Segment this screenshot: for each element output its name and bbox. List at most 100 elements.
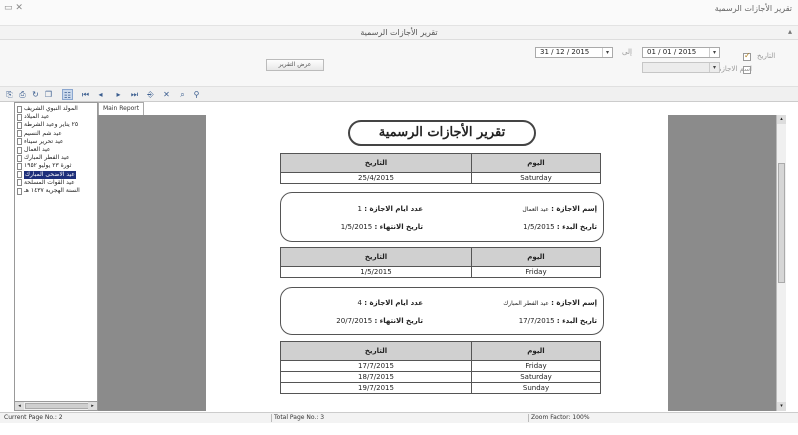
scroll-thumb[interactable] <box>778 163 785 283</box>
from-date-value: 01 / 01 / 2015 <box>647 48 697 56</box>
tree-item[interactable]: ثورة ٢٣ يوليو ١٩٥٢ <box>17 162 71 170</box>
stop-icon[interactable]: ✕ <box>161 89 172 100</box>
table-row: 18/7/2015 Saturday <box>280 371 601 383</box>
next-page-icon[interactable]: ▸ <box>113 89 124 100</box>
tree-item[interactable]: المولد النبوي الشريف <box>17 105 78 113</box>
vacation-select[interactable]: ▾ <box>642 62 720 73</box>
zoom-status: Zoom Factor: 100% <box>531 414 590 421</box>
show-report-button[interactable]: عرض التقرير <box>266 59 324 71</box>
document-icon <box>17 154 22 162</box>
tree-item-label: عيد الفطر المبارك <box>24 154 70 162</box>
report-viewer: تقرير الأجازات الرسمية التاريخ اليوم 25/… <box>98 115 786 411</box>
tree-item[interactable]: السنة الهجرية ١٤٣٧ هـ <box>17 187 80 195</box>
date-column-header: التاريخ <box>280 341 472 361</box>
document-icon <box>17 113 22 121</box>
tree-item[interactable]: عيد تحرير سيناء <box>17 138 64 146</box>
date-checkbox[interactable] <box>743 51 751 61</box>
scroll-down-icon[interactable]: ▾ <box>777 402 786 411</box>
goto-page-icon[interactable]: ⎆ <box>145 89 156 100</box>
to-date-value: 31 / 12 / 2015 <box>540 48 590 56</box>
scroll-left-icon[interactable]: ◂ <box>15 402 24 410</box>
tree-item-label: ثورة ٢٣ يوليو ١٩٥٢ <box>24 162 72 170</box>
days-count: 4 <box>357 299 362 307</box>
start-date-line: تاريخ البدء : 17/7/2015 <box>518 317 597 325</box>
date-label: التاريخ <box>757 52 776 60</box>
previous-page-icon[interactable]: ◂ <box>95 89 106 100</box>
refresh-icon[interactable]: ↻ <box>30 89 41 100</box>
day-cell: Friday <box>471 360 601 372</box>
tree-item-label: ٢٥ يناير وعيد الشرطة <box>24 121 79 129</box>
tree-item[interactable]: عيد الفطر المبارك <box>17 154 70 162</box>
tab-main-report[interactable]: Main Report <box>98 102 145 115</box>
chevron-down-icon[interactable]: ▾ <box>709 48 719 57</box>
window-controls[interactable]: ▭ ✕ <box>4 3 23 13</box>
document-icon <box>17 121 22 129</box>
collapse-icon[interactable]: ▴ <box>788 27 792 36</box>
start-date-line: تاريخ البدء : 1/5/2015 <box>523 223 597 231</box>
report-page: تقرير الأجازات الرسمية التاريخ اليوم 25/… <box>206 115 668 411</box>
group-tree-icon[interactable]: ☷ <box>62 89 73 100</box>
table-row: 17/7/2015 Friday <box>280 360 601 372</box>
chevron-down-icon[interactable]: ▾ <box>709 63 719 72</box>
scroll-right-icon[interactable]: ▸ <box>88 402 97 410</box>
current-page-status: Current Page No.: 2 <box>4 414 63 421</box>
vacation-card: إسم الاجازة : عيد الفطر المبارك تاريخ ال… <box>280 287 604 335</box>
tree-item[interactable]: عيد الميلاد <box>17 113 49 121</box>
document-icon <box>17 130 22 138</box>
end-date: 1/5/2015 <box>340 223 373 231</box>
end-date-line: تاريخ الانتهاء : 20/7/2015 <box>336 317 423 325</box>
document-icon <box>17 146 22 154</box>
report-toolbar: ⎘ ⎙ ↻ ❐ ☷ ⏮ ◂ ▸ ⏭ ⎆ ✕ ⌕ ⚲ <box>0 87 798 102</box>
copy-icon[interactable]: ❐ <box>43 89 54 100</box>
date-column-header: التاريخ <box>280 247 472 267</box>
tree-item-label: عيد شم النسيم <box>24 129 62 137</box>
to-label: إلى <box>622 48 632 56</box>
tree-item-label: عيد الاضحى المبارك <box>24 170 76 179</box>
day-cell: Friday <box>471 266 601 278</box>
search-icon[interactable]: ⌕ <box>177 89 188 100</box>
date-column-header: التاريخ <box>280 153 472 173</box>
vacation-card: إسم الاجازة : عيد العمال تاريخ البدء : 1… <box>280 192 604 242</box>
tree-item-label: عيد العمال <box>24 146 51 153</box>
tree-item-label: السنة الهجرية ١٤٣٧ هـ <box>24 187 80 194</box>
chevron-down-icon[interactable]: ▾ <box>602 48 612 57</box>
tree-item[interactable]: عيد الاضحى المبارك <box>17 170 76 179</box>
tree-item[interactable]: عيد القوات المسلحة <box>17 179 75 187</box>
print-icon[interactable]: ⎙ <box>17 89 28 100</box>
first-page-icon[interactable]: ⏮ <box>80 89 91 100</box>
day-column-header: اليوم <box>471 247 601 267</box>
date-cell: 19/7/2015 <box>280 382 472 394</box>
document-icon <box>17 187 22 195</box>
window-bottom <box>0 423 798 435</box>
day-column-header: اليوم <box>471 153 601 173</box>
days-count-line: عدد ايام الاجازة : 4 <box>357 299 423 307</box>
tree-horizontal-scrollbar[interactable]: ◂ ▸ <box>14 401 98 411</box>
zoom-icon[interactable]: ⚲ <box>191 89 202 100</box>
panel-header: تقرير الأجازات الرسمية ▴ <box>0 26 798 40</box>
scroll-up-icon[interactable]: ▴ <box>777 115 786 124</box>
from-date-picker[interactable]: 01 / 01 / 2015 ▾ <box>642 47 720 58</box>
tree-item[interactable]: عيد شم النسيم <box>17 130 62 138</box>
end-date-line: تاريخ الانتهاء : 1/5/2015 <box>340 223 423 231</box>
tree-item[interactable]: عيد العمال <box>17 146 51 154</box>
tree-item-label: عيد الميلاد <box>24 113 50 121</box>
table-row: 19/7/2015 Sunday <box>280 382 601 394</box>
tree-item-label: المولد النبوي الشريف <box>24 105 78 112</box>
tree-item[interactable]: ٢٥ يناير وعيد الشرطة <box>17 121 78 129</box>
day-column-header: اليوم <box>471 341 601 361</box>
status-bar: Current Page No.: 2 Total Page No.: 3 Zo… <box>0 412 798 423</box>
scroll-thumb[interactable] <box>25 403 89 409</box>
to-date-picker[interactable]: 31 / 12 / 2015 ▾ <box>535 47 613 58</box>
export-icon[interactable]: ⎘ <box>4 89 15 100</box>
vacation-name: عيد العمال <box>522 206 549 213</box>
tree-item-label: عيد تحرير سيناء <box>24 137 64 145</box>
viewer-vertical-scrollbar[interactable]: ▴ ▾ <box>776 115 786 411</box>
last-page-icon[interactable]: ⏭ <box>129 89 140 100</box>
window-titlebar: تقرير الأجازات الرسمية ▭ ✕ <box>0 0 798 26</box>
window-title: تقرير الأجازات الرسمية <box>714 4 792 13</box>
day-cell: Saturday <box>471 172 601 184</box>
document-icon <box>17 105 22 113</box>
vacation-name: عيد الفطر المبارك <box>503 300 549 307</box>
start-date: 1/5/2015 <box>523 223 555 231</box>
day-cell: Sunday <box>471 382 601 394</box>
